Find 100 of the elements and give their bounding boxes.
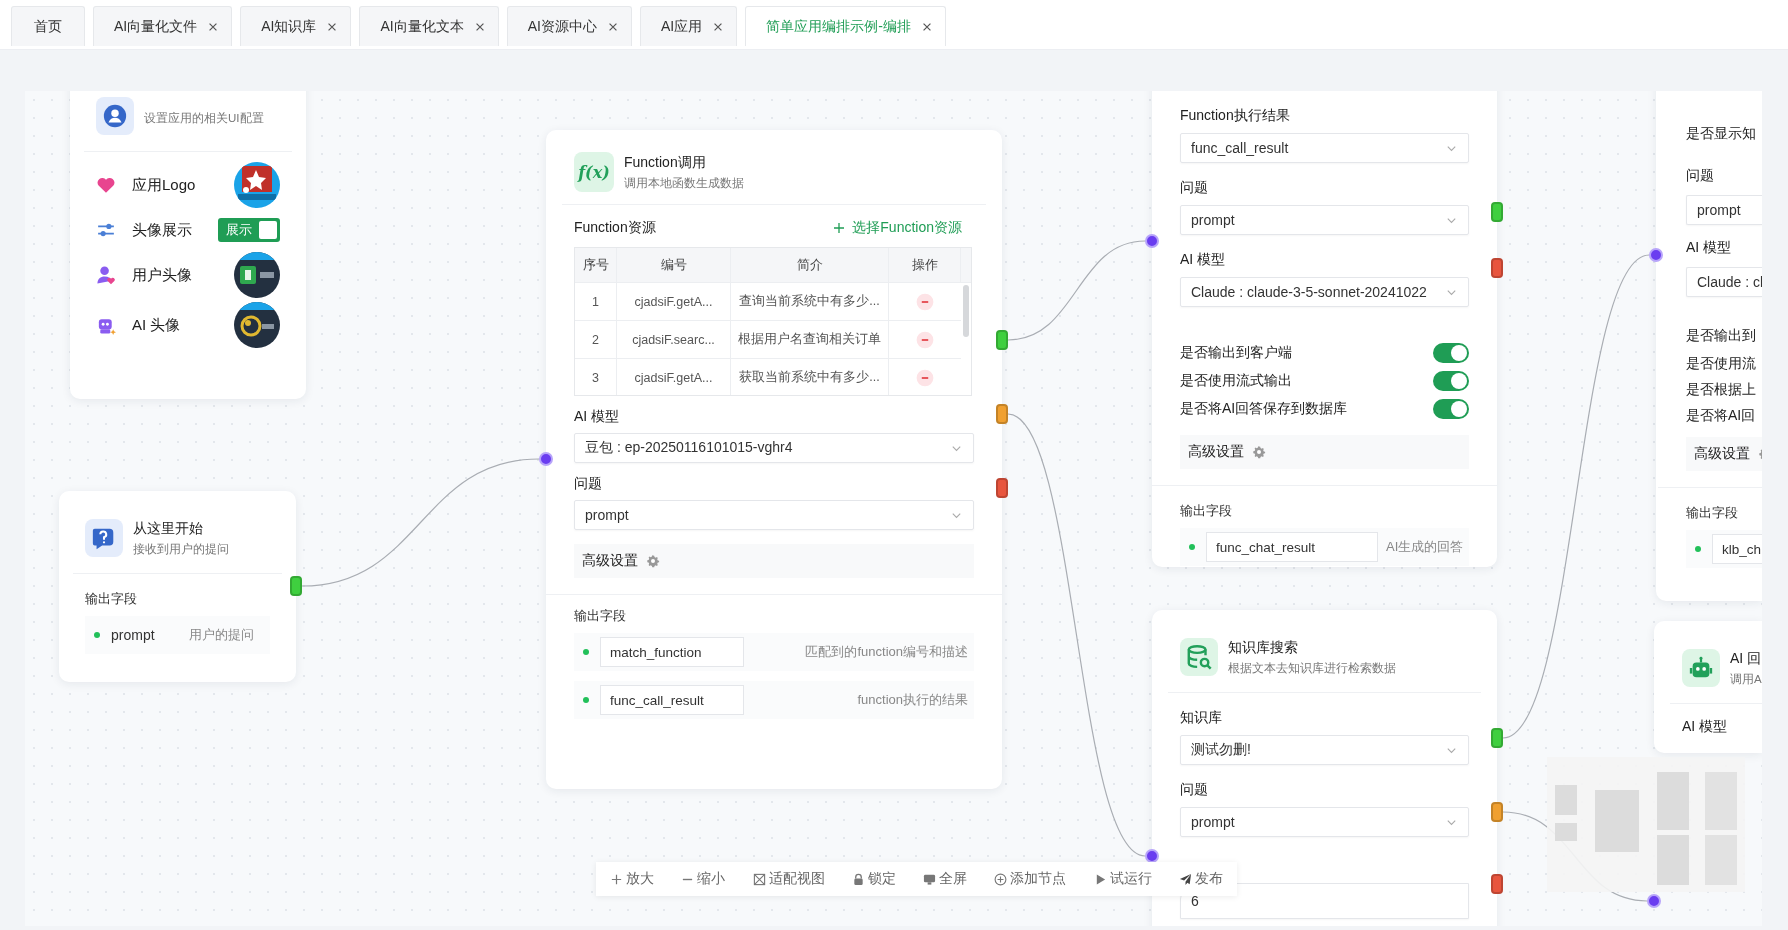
table-cell: 根据用户名查询相关订单 bbox=[731, 321, 889, 358]
node-card[interactable]: 设置应用的相关UI配置 应用Logo 头像展示 展示 用户头像 AI 头像 bbox=[70, 91, 306, 399]
node-title: 从这里开始 bbox=[133, 519, 204, 538]
field-label: 问题 bbox=[1180, 781, 1209, 799]
tab[interactable]: AI资源中心 bbox=[506, 6, 632, 46]
output-description: 匹配到的function编号和描述 bbox=[805, 643, 968, 661]
toolbar-button[interactable]: 缩小 bbox=[681, 870, 726, 888]
function-symbol: f(x) bbox=[574, 152, 614, 192]
add-link[interactable]: 选择Function资源 bbox=[832, 219, 974, 237]
select-field[interactable]: 豆包 : ep-20250116101015-vghr4 bbox=[574, 433, 974, 463]
tab[interactable]: AI向量化文本 bbox=[359, 6, 499, 46]
output-handle[interactable] bbox=[1491, 874, 1503, 894]
toggle-switch[interactable] bbox=[1433, 371, 1469, 391]
advanced-settings[interactable]: 高级设置 bbox=[1686, 437, 1762, 471]
node-card[interactable]: AI 回 调用A AI 模型 bbox=[1654, 621, 1762, 753]
node-card[interactable] bbox=[546, 130, 1002, 789]
column-header: 简介 bbox=[731, 248, 889, 282]
field-label: AI 模型 bbox=[1682, 718, 1729, 736]
select-field[interactable]: prompt bbox=[1180, 205, 1469, 235]
input-handle[interactable] bbox=[1145, 234, 1159, 248]
setting-label: 用户头像 bbox=[132, 265, 193, 285]
minus-circle-icon[interactable] bbox=[916, 292, 934, 311]
table-cell: 3 bbox=[575, 359, 617, 395]
output-handle[interactable] bbox=[996, 478, 1008, 498]
input-handle[interactable] bbox=[1145, 849, 1159, 863]
node-subtitle: 调用本地函数生成数据 bbox=[624, 175, 744, 191]
input-handle[interactable] bbox=[1649, 248, 1663, 262]
field-label: 是否将AI回 bbox=[1686, 407, 1757, 425]
output-description: function执行的结果 bbox=[857, 691, 968, 709]
output-field[interactable]: func_call_result bbox=[600, 685, 744, 715]
setting-label: 是否使用流式输出 bbox=[1180, 372, 1292, 390]
column-header: 序号 bbox=[575, 248, 617, 282]
select-field[interactable]: 测试勿删! bbox=[1180, 735, 1469, 765]
send-icon bbox=[1178, 872, 1192, 886]
section-label: 输出字段 bbox=[85, 590, 138, 608]
tab[interactable]: AI向量化文件 bbox=[93, 6, 233, 46]
node-card[interactable]: 是否显示知 问题 prompt AI 模型 Claude : cl 是否输出到 是否使用流 是否根据上 是否将AI回 高级设置 输出字段 klb_ch bbox=[1656, 91, 1762, 601]
select-field[interactable]: func_call_result bbox=[1180, 133, 1469, 163]
toolbar-button[interactable]: 放大 bbox=[610, 870, 654, 888]
tab[interactable]: AI应用 bbox=[639, 6, 738, 46]
field-label: 是否输出到 bbox=[1686, 327, 1757, 345]
output-handle[interactable] bbox=[996, 404, 1008, 424]
select-field[interactable]: prompt bbox=[574, 500, 974, 530]
field-label: 是否显示知 bbox=[1686, 125, 1757, 143]
node-subtitle: 根据文本去知识库进行检索数据 bbox=[1228, 660, 1396, 676]
setting-label: 是否将AI回答保存到数据库 bbox=[1180, 400, 1348, 418]
table-cell: cjadsiF.getA... bbox=[617, 283, 731, 320]
output-handle[interactable] bbox=[1491, 202, 1503, 222]
field-label: 问题 bbox=[1180, 179, 1209, 197]
toggle-switch[interactable] bbox=[1433, 399, 1469, 419]
input-handle[interactable] bbox=[539, 452, 553, 466]
advanced-settings[interactable]: 高级设置 bbox=[574, 544, 974, 578]
output-handle[interactable] bbox=[996, 330, 1008, 350]
output-handle[interactable] bbox=[1491, 802, 1503, 822]
output-handle[interactable] bbox=[1491, 258, 1503, 278]
plus-icon bbox=[832, 221, 847, 235]
table-cell: cjadsiF.getA... bbox=[617, 359, 731, 395]
select-field[interactable]: Claude : claude-3-5-sonnet-20241022 bbox=[1180, 277, 1469, 307]
heart-icon bbox=[96, 175, 116, 195]
section-label: 输出字段 bbox=[574, 607, 627, 625]
scrollbar[interactable] bbox=[963, 285, 969, 337]
select-field[interactable]: Claude : cl bbox=[1686, 267, 1762, 297]
toolbar-button[interactable]: 添加节点 bbox=[994, 870, 1067, 888]
toolbar-button[interactable]: 试运行 bbox=[1093, 870, 1152, 888]
output-description: AI生成的回答 bbox=[1386, 538, 1464, 556]
toolbar-button[interactable]: 全屏 bbox=[923, 870, 968, 888]
setting-label: AI 头像 bbox=[132, 315, 182, 335]
node-card[interactable]: 从这里开始 接收到用户的提问 输出字段 prompt 用户的提问 bbox=[59, 491, 296, 682]
section-label: 输出字段 bbox=[1686, 504, 1739, 522]
minus-circle-icon[interactable] bbox=[916, 368, 934, 387]
field-label: 是否根据上 bbox=[1686, 381, 1757, 399]
status-dot-icon bbox=[580, 646, 592, 658]
select-field[interactable]: prompt bbox=[1180, 807, 1469, 837]
section-label: 输出字段 bbox=[1180, 502, 1233, 520]
status-dot-icon bbox=[1692, 543, 1704, 555]
output-name: prompt bbox=[111, 627, 155, 643]
output-field[interactable]: klb_ch bbox=[1712, 534, 1762, 564]
toolbar-button[interactable]: 适配视图 bbox=[752, 870, 825, 888]
output-field[interactable]: func_chat_result bbox=[1206, 532, 1378, 562]
advanced-settings[interactable]: 高级设置 bbox=[1180, 435, 1469, 469]
output-handle[interactable] bbox=[1491, 728, 1503, 748]
select-field[interactable]: prompt bbox=[1686, 195, 1762, 225]
plus-icon bbox=[610, 872, 623, 886]
tab[interactable]: 简单应用编排示例-编排 bbox=[745, 6, 946, 46]
tab[interactable]: 首页 bbox=[11, 6, 85, 46]
minus-circle-icon[interactable] bbox=[916, 330, 934, 349]
field-label: Function执行结果 bbox=[1180, 107, 1291, 125]
field-label: 问题 bbox=[574, 475, 603, 493]
tab[interactable]: AI知识库 bbox=[240, 6, 352, 46]
add-circle-icon bbox=[994, 872, 1008, 886]
node-title: AI 回 bbox=[1730, 649, 1762, 668]
fit-view-icon bbox=[752, 872, 766, 886]
input-handle[interactable] bbox=[1647, 894, 1661, 908]
output-field[interactable]: match_function bbox=[600, 637, 744, 667]
output-handle[interactable] bbox=[290, 576, 302, 596]
table-cell: 1 bbox=[575, 283, 617, 320]
node-card[interactable]: Function执行结果 func_call_result 问题 prompt AI 模型 Claude : claude-3-5-sonnet-20241022 是否输出到客户端 是否使用流式输出 是否将AI回答保存到数据库 高级设置 输出字段 func_chat_result AI生成的回答 bbox=[1152, 91, 1497, 567]
table-cell: 获取当前系统中有多少... bbox=[731, 359, 889, 395]
toggle-switch[interactable] bbox=[1433, 343, 1469, 363]
toolbar-button[interactable]: 锁定 bbox=[851, 870, 896, 888]
